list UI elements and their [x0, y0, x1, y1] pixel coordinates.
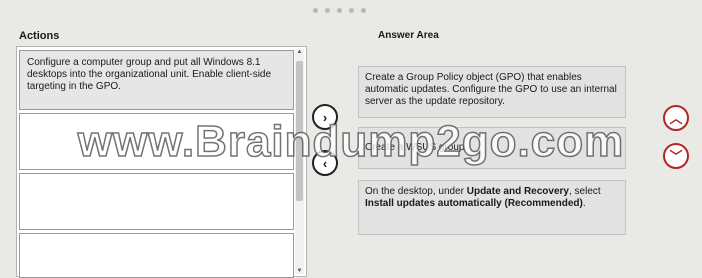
action-item[interactable]: Configure a computer group and put all W… — [19, 50, 294, 110]
scroll-up-icon[interactable]: ▲ — [295, 49, 304, 55]
chevron-right-icon: › — [322, 109, 328, 125]
move-down-button[interactable]: ﹀ — [663, 143, 689, 169]
action-slot[interactable] — [19, 173, 294, 230]
answer-area-title: Answer Area — [378, 30, 439, 41]
chevron-down-icon: ﹀ — [669, 148, 683, 164]
scrollbar-thumb[interactable] — [296, 61, 303, 201]
move-left-button[interactable]: ‹ — [312, 150, 338, 176]
scroll-down-icon[interactable]: ▼ — [295, 268, 304, 274]
actions-title: Actions — [19, 30, 60, 42]
pager-dot[interactable] — [361, 8, 366, 13]
move-right-button[interactable]: › — [312, 104, 338, 130]
actions-scrollbar[interactable]: ▲ ▼ — [295, 49, 304, 274]
pager-dot[interactable] — [349, 8, 354, 13]
pager-dot[interactable] — [313, 8, 318, 13]
answer-item-bold: Update and Recovery — [466, 186, 569, 197]
pager-dot[interactable] — [337, 8, 342, 13]
move-up-button[interactable]: ︿ — [663, 105, 689, 131]
answer-item[interactable]: Create a Group Policy object (GPO) that … — [358, 66, 626, 118]
answer-item-bold: Install updates automatically (Recommend… — [365, 198, 583, 209]
answer-item[interactable]: On the desktop, under Update and Recover… — [358, 180, 626, 235]
action-slot[interactable] — [19, 233, 294, 278]
answer-item-text: . — [582, 198, 586, 209]
actions-list: Configure a computer group and put all W… — [16, 46, 307, 278]
answer-item-text: , select — [569, 186, 601, 197]
chevron-up-icon: ︿ — [669, 110, 683, 126]
pager-dots — [313, 8, 366, 13]
pager-dot[interactable] — [325, 8, 330, 13]
answer-item-text: On the desktop, under — [365, 186, 467, 197]
action-slot[interactable] — [19, 113, 294, 170]
chevron-left-icon: ‹ — [322, 155, 328, 171]
answer-item[interactable]: Create a WSUS group. — [358, 127, 626, 169]
